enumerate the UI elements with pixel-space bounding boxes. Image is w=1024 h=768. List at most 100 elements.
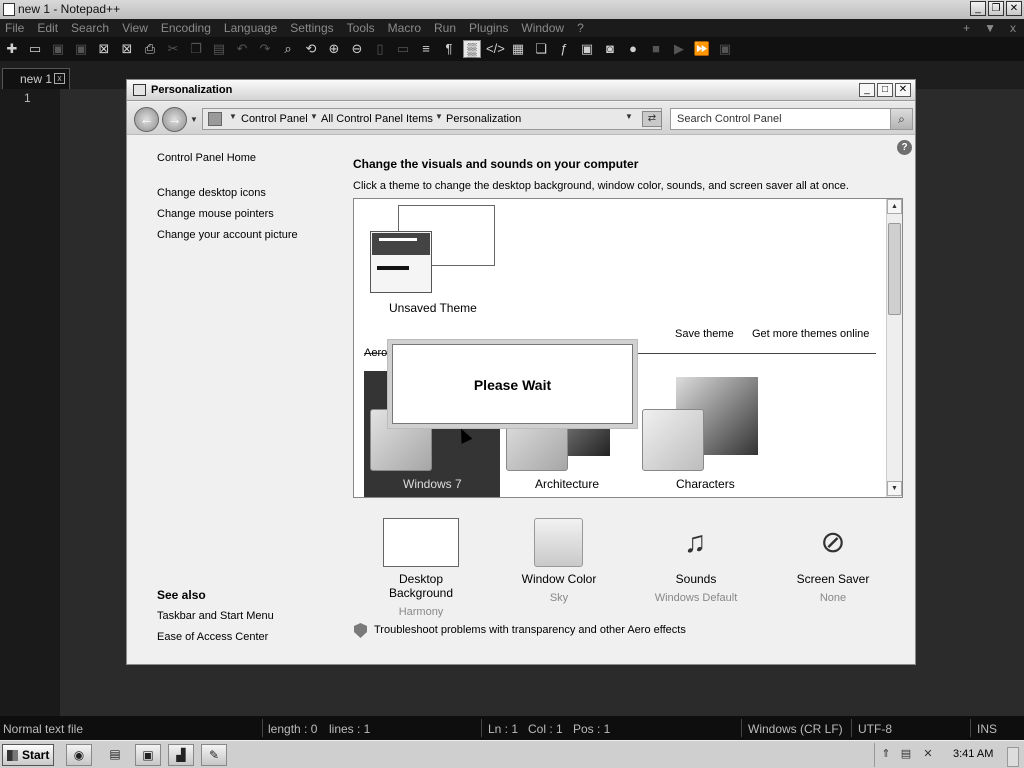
get-more-themes-link[interactable]: Get more themes online bbox=[752, 328, 869, 340]
chevron-down-icon[interactable]: ▼ bbox=[310, 112, 318, 121]
new-tab-button[interactable]: + bbox=[963, 19, 970, 37]
menu-plugins[interactable]: Plugins bbox=[469, 19, 508, 37]
forward-button[interactable]: → bbox=[162, 107, 187, 132]
record-macro-icon[interactable]: ● bbox=[624, 40, 642, 58]
menu-view[interactable]: View bbox=[122, 19, 148, 37]
screenshot-icon[interactable]: ◙ bbox=[601, 40, 619, 58]
scroll-up-icon[interactable]: ▲ bbox=[887, 199, 902, 214]
taskbar-explorer-button[interactable]: ▤ bbox=[102, 744, 128, 766]
close-button[interactable]: ✕ bbox=[1006, 1, 1022, 16]
change-account-picture-link[interactable]: Change your account picture bbox=[157, 229, 298, 241]
search-icon[interactable]: ⌕ bbox=[890, 108, 913, 130]
taskbar-app-button[interactable]: ▟ bbox=[168, 744, 194, 766]
menu-language[interactable]: Language bbox=[224, 19, 277, 37]
theme-characters[interactable]: Characters bbox=[636, 371, 772, 497]
start-button[interactable]: Start bbox=[2, 744, 54, 766]
taskbar-notepad-button[interactable]: ✎ bbox=[201, 744, 227, 766]
doc-map-icon[interactable]: ▦ bbox=[509, 40, 527, 58]
menu-edit[interactable]: Edit bbox=[37, 19, 58, 37]
zoom-out-icon[interactable]: ⊖ bbox=[348, 40, 366, 58]
window-color-setting[interactable]: Window Color Sky bbox=[504, 572, 614, 604]
tray-arrow-icon[interactable]: ⇑ bbox=[879, 747, 893, 761]
menu-help[interactable]: ? bbox=[577, 19, 584, 37]
close-file-icon[interactable]: ⊠ bbox=[95, 40, 113, 58]
menu-file[interactable]: File bbox=[5, 19, 24, 37]
restore-button[interactable]: ❐ bbox=[988, 1, 1004, 16]
desktop-background-icon[interactable] bbox=[383, 518, 459, 567]
menu-search[interactable]: Search bbox=[71, 19, 109, 37]
close-all-icon[interactable]: ⊠ bbox=[118, 40, 136, 58]
find-icon[interactable]: ⌕ bbox=[279, 40, 297, 58]
window-maximize-button[interactable]: □ bbox=[877, 83, 893, 97]
show-desktop-button[interactable] bbox=[1007, 747, 1019, 767]
tab-close-icon[interactable]: x bbox=[54, 73, 65, 84]
screen-saver-icon[interactable]: ⊘ bbox=[807, 518, 859, 567]
unsaved-theme-thumbnail[interactable] bbox=[370, 205, 496, 297]
change-desktop-icons-link[interactable]: Change desktop icons bbox=[157, 187, 266, 199]
change-mouse-pointers-link[interactable]: Change mouse pointers bbox=[157, 208, 274, 220]
network-icon[interactable]: ▤ bbox=[899, 747, 913, 761]
taskbar-control-panel-button[interactable]: ▣ bbox=[135, 744, 161, 766]
sync-h-icon[interactable]: ▭ bbox=[394, 40, 412, 58]
tab-new-1[interactable]: new 1 x bbox=[2, 68, 70, 89]
play-macro-icon[interactable]: ▶ bbox=[670, 40, 688, 58]
zoom-in-icon[interactable]: ⊕ bbox=[325, 40, 343, 58]
back-button[interactable]: ← bbox=[134, 107, 159, 132]
word-wrap-icon[interactable]: ≡ bbox=[417, 40, 435, 58]
paste-icon[interactable]: ▤ bbox=[210, 40, 228, 58]
xml-tag-icon[interactable]: </> bbox=[486, 40, 505, 58]
status-eol[interactable]: Windows (CR LF) bbox=[748, 722, 843, 736]
search-input[interactable]: Search Control Panel bbox=[670, 108, 913, 130]
help-icon[interactable]: ? bbox=[897, 140, 912, 155]
desktop-background-setting[interactable]: Desktop Background Harmony bbox=[366, 572, 476, 618]
breadcrumb-control-panel[interactable]: Control Panel bbox=[241, 113, 308, 125]
save-icon[interactable]: ▣ bbox=[49, 40, 67, 58]
tab-list-button[interactable]: ▼ bbox=[984, 19, 996, 37]
doc-list-icon[interactable]: ❏ bbox=[532, 40, 550, 58]
save-all-icon[interactable]: ▣ bbox=[72, 40, 90, 58]
save-macro-icon[interactable]: ▣ bbox=[716, 40, 734, 58]
indent-guide-icon[interactable]: ▒ bbox=[463, 40, 481, 58]
window-color-icon[interactable] bbox=[534, 518, 583, 567]
menu-tools[interactable]: Tools bbox=[347, 19, 375, 37]
chevron-down-icon[interactable]: ▼ bbox=[435, 112, 443, 121]
scroll-thumb[interactable] bbox=[888, 223, 901, 315]
window-minimize-button[interactable]: _ bbox=[859, 83, 875, 97]
redo-icon[interactable]: ↷ bbox=[256, 40, 274, 58]
ease-of-access-link[interactable]: Ease of Access Center bbox=[157, 631, 268, 643]
menu-window[interactable]: Window bbox=[521, 19, 564, 37]
history-dropdown-icon[interactable]: ▼ bbox=[190, 115, 198, 124]
menu-encoding[interactable]: Encoding bbox=[161, 19, 211, 37]
refresh-button[interactable]: ⇄ bbox=[642, 111, 662, 127]
control-panel-home-link[interactable]: Control Panel Home bbox=[157, 152, 256, 164]
new-file-icon[interactable]: ✚ bbox=[3, 40, 21, 58]
address-bar[interactable]: ▼ Control Panel ▼ All Control Panel Item… bbox=[202, 108, 662, 130]
stop-macro-icon[interactable]: ■ bbox=[647, 40, 665, 58]
screen-saver-setting[interactable]: Screen Saver None bbox=[778, 572, 888, 604]
minimize-button[interactable]: _ bbox=[970, 1, 986, 16]
theme-list-scrollbar[interactable]: ▲ ▼ bbox=[886, 199, 902, 497]
monitor-icon[interactable]: ▣ bbox=[578, 40, 596, 58]
scroll-down-icon[interactable]: ▼ bbox=[887, 481, 902, 496]
run-macro-multiple-icon[interactable]: ⏩ bbox=[693, 40, 711, 58]
cut-icon[interactable]: ✂ bbox=[164, 40, 182, 58]
taskbar-start-menu-link[interactable]: Taskbar and Start Menu bbox=[157, 610, 274, 622]
menu-run[interactable]: Run bbox=[434, 19, 456, 37]
undo-icon[interactable]: ↶ bbox=[233, 40, 251, 58]
tray-clock[interactable]: 3:41 AM bbox=[953, 748, 993, 760]
save-theme-link[interactable]: Save theme bbox=[675, 328, 734, 340]
window-close-button[interactable]: ✕ bbox=[895, 83, 911, 97]
replace-icon[interactable]: ⟲ bbox=[302, 40, 320, 58]
personalization-title-bar[interactable]: Personalization _ □ ✕ bbox=[127, 80, 915, 101]
sync-v-icon[interactable]: ▯ bbox=[371, 40, 389, 58]
close-doc-button[interactable]: x bbox=[1010, 19, 1016, 37]
menu-settings[interactable]: Settings bbox=[290, 19, 333, 37]
taskbar-ie-button[interactable]: ◉ bbox=[66, 744, 92, 766]
open-file-icon[interactable]: ▭ bbox=[26, 40, 44, 58]
breadcrumb-personalization[interactable]: Personalization bbox=[446, 113, 521, 125]
print-icon[interactable]: ⎙ bbox=[141, 40, 159, 58]
status-encoding[interactable]: UTF-8 bbox=[858, 722, 892, 736]
sounds-icon[interactable]: ♫ bbox=[669, 518, 721, 567]
sounds-setting[interactable]: Sounds Windows Default bbox=[641, 572, 751, 604]
address-dropdown-icon[interactable]: ▼ bbox=[625, 112, 633, 121]
